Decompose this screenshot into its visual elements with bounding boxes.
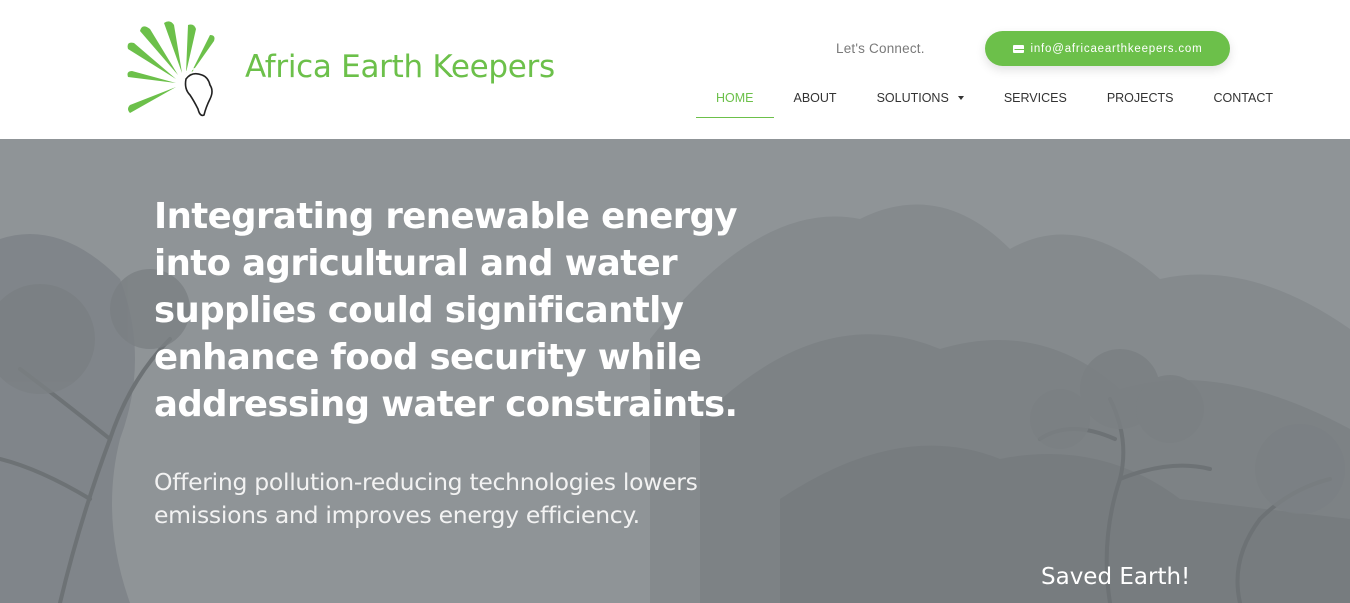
nav-item-label: SOLUTIONS — [876, 91, 949, 105]
nav-item-label: CONTACT — [1213, 91, 1274, 105]
nav-item-home[interactable]: HOME — [696, 88, 774, 118]
nav-item-about[interactable]: ABOUT — [774, 88, 857, 118]
site-header: Africa Earth Keepers Let's Connect. info… — [0, 0, 1350, 139]
email-button[interactable]: info@africaearthkeepers.com — [985, 31, 1230, 66]
lets-connect-text: Let's Connect. — [836, 41, 925, 56]
nav-item-projects[interactable]: PROJECTS — [1087, 88, 1194, 118]
nav-item-services[interactable]: SERVICES — [984, 88, 1087, 118]
caret-down-icon — [957, 96, 964, 100]
nav-item-label: HOME — [716, 91, 754, 105]
hero-caption: Saved Earth! — [1041, 564, 1191, 590]
envelope-icon — [1012, 44, 1025, 53]
main-nav: HOME ABOUT SOLUTIONS SERVICES PROJECTS C… — [696, 88, 1293, 118]
logo-link[interactable]: Africa Earth Keepers — [124, 18, 594, 120]
brand-name[interactable]: Africa Earth Keepers — [245, 49, 555, 85]
africa-sunburst-logo-icon — [127, 21, 215, 117]
nav-item-label: ABOUT — [793, 91, 837, 105]
hero-section: Integrating renewable energy into agricu… — [0, 139, 1350, 603]
nav-item-solutions[interactable]: SOLUTIONS — [857, 88, 984, 118]
email-address: info@africaearthkeepers.com — [1030, 42, 1203, 55]
hero-subheadline: Offering pollution-reducing technologies… — [154, 468, 698, 529]
hero-headline: Integrating renewable energy into agricu… — [154, 196, 738, 425]
nav-item-label: SERVICES — [1003, 91, 1067, 105]
nav-item-contact[interactable]: CONTACT — [1194, 88, 1294, 118]
nav-item-label: PROJECTS — [1106, 91, 1174, 105]
